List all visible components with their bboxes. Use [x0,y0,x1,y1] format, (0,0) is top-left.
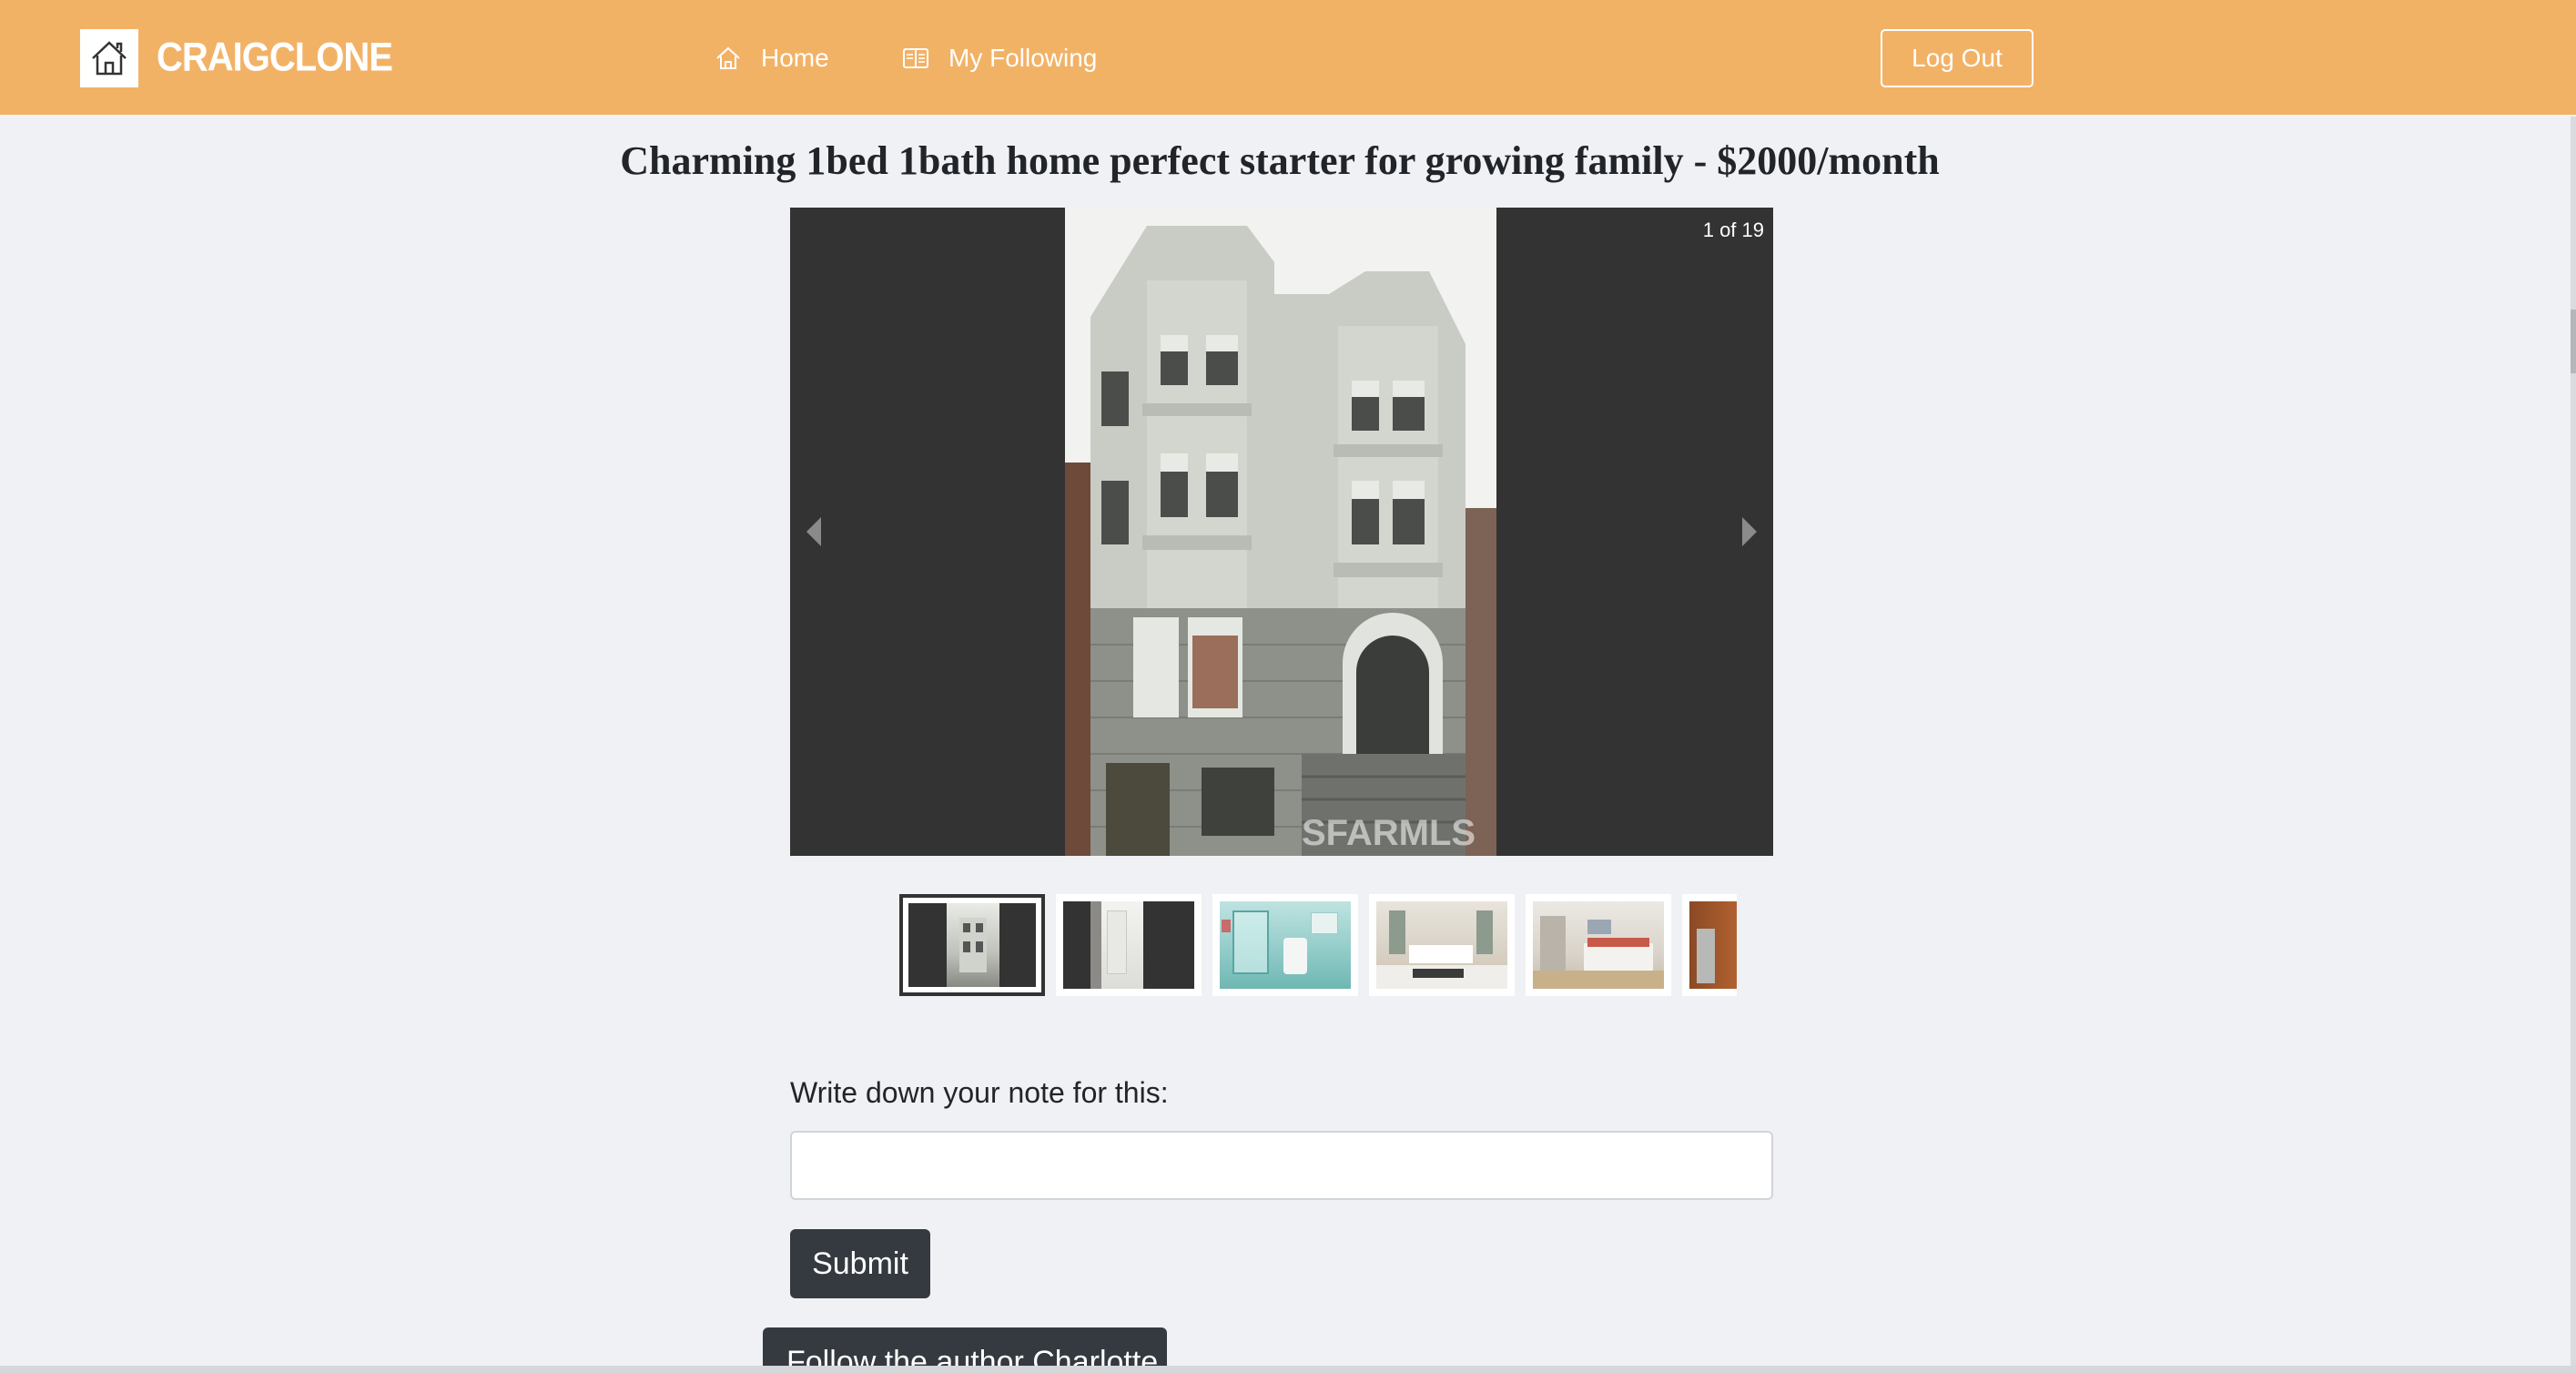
page: CRAIGCLONE Home My Following Log Out Cha… [0,0,2576,1373]
thumbnail-bedroom[interactable] [1526,894,1671,996]
carousel-photo: SFARMLS [1065,208,1496,856]
home-outline-icon [716,46,740,69]
carousel-prev-arrow[interactable] [806,517,821,546]
scrollbar-thumb[interactable] [2571,310,2576,373]
list-card-icon [903,48,928,68]
photo-watermark: SFARMLS [1302,813,1476,853]
thumbnail-bathroom-shower[interactable] [1212,894,1358,996]
navbar: CRAIGCLONE Home My Following Log Out [0,0,2576,115]
listing-title: Charming 1bed 1bath home perfect starter… [620,138,1940,183]
nav-home-label: Home [761,44,829,72]
thumbnail-building-exterior[interactable] [899,894,1045,996]
image-carousel[interactable]: SFARMLS 1 of 19 [790,208,1773,856]
thumbnail-strip[interactable] [899,894,1737,996]
thumbnail-kitchen-cabinets[interactable] [1682,894,1737,996]
carousel-next-arrow[interactable] [1742,517,1757,546]
note-label: Write down your note for this: [790,1076,1169,1109]
note-input[interactable] [790,1131,1773,1200]
nav-home-link[interactable]: Home [714,38,829,78]
thumbnail-kitchen-fridge[interactable] [1056,894,1202,996]
thumbnail-living-room[interactable] [1369,894,1515,996]
slide-counter: 1 of 19 [1702,219,1764,241]
building-photo-illustration: SFARMLS [1065,208,1496,856]
logout-button[interactable]: Log Out [1881,29,2033,87]
house-icon [92,41,127,76]
submit-button[interactable]: Submit [790,1229,930,1298]
window-bottom-edge [0,1366,2576,1373]
brand-logo[interactable] [80,29,138,87]
brand-name[interactable]: CRAIGCLONE [157,30,393,85]
nav-following-label: My Following [948,44,1098,72]
scrollbar-track[interactable] [2571,117,2576,1373]
nav-following-link[interactable]: My Following [901,38,1097,78]
